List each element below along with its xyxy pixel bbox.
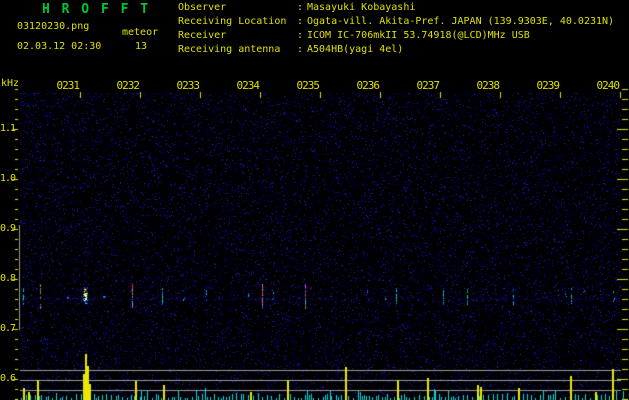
time-tick-label: 0240: [596, 79, 621, 92]
spectrogram-canvas: [0, 0, 629, 400]
echo-count: 13: [135, 41, 148, 52]
app-title: H R O F F T: [42, 2, 151, 17]
info-separator: :: [297, 44, 304, 55]
time-tick-label: 0232: [116, 79, 141, 92]
time-tick-label: 0234: [236, 79, 261, 92]
freq-tick-label: 1.0: [0, 173, 16, 184]
info-value: ICOM IC-706mkII 53.74918(@LCD)MHz USB: [307, 30, 530, 41]
time-tick-label: 0236: [356, 79, 381, 92]
time-tick-label: 0239: [536, 79, 561, 92]
info-label: Observer: [178, 2, 227, 13]
info-separator: :: [297, 2, 304, 13]
freq-tick-label: 0.6: [0, 373, 16, 384]
observation-mode: meteor: [122, 27, 159, 38]
time-tick-label: 0237: [416, 79, 441, 92]
info-label: Receiving antenna: [178, 44, 281, 55]
hrofft-screen: H R O F F T 03120230.png meteor 02.03.12…: [0, 0, 629, 400]
info-label: Receiver: [178, 30, 227, 41]
info-row-location: Receiving Location: Ogata-vill. Akita-Pre…: [178, 16, 614, 27]
freq-tick-label: 0.9: [0, 223, 16, 234]
info-separator: :: [297, 16, 304, 27]
info-value: Ogata-vill. Akita-Pref. JAPAN (139.9303E…: [307, 16, 615, 27]
time-tick-label: 0231: [56, 79, 81, 92]
info-label: Receiving Location: [178, 16, 287, 27]
info-row-observer: Observer: Masayuki Kobayashi: [178, 2, 415, 13]
freq-tick-label: 1.1: [0, 123, 16, 134]
observation-datetime: 02.03.12 02:30: [17, 41, 102, 52]
info-value: A504HB(yagi 4el): [307, 44, 404, 55]
time-tick-label: 0238: [476, 79, 501, 92]
time-tick-label: 0235: [296, 79, 321, 92]
info-value: Masayuki Kobayashi: [307, 2, 416, 13]
frequency-axis-unit: kHz: [1, 78, 20, 89]
info-separator: :: [297, 30, 304, 41]
freq-tick-label: 0.7: [0, 323, 16, 334]
freq-tick-label: 0.8: [0, 273, 16, 284]
info-row-antenna: Receiving antenna: A504HB(yagi 4el): [178, 44, 403, 55]
output-filename: 03120230.png: [17, 21, 90, 32]
time-tick-label: 0233: [176, 79, 201, 92]
info-row-receiver: Receiver: ICOM IC-706mkII 53.74918(@LCD)M…: [178, 30, 530, 41]
